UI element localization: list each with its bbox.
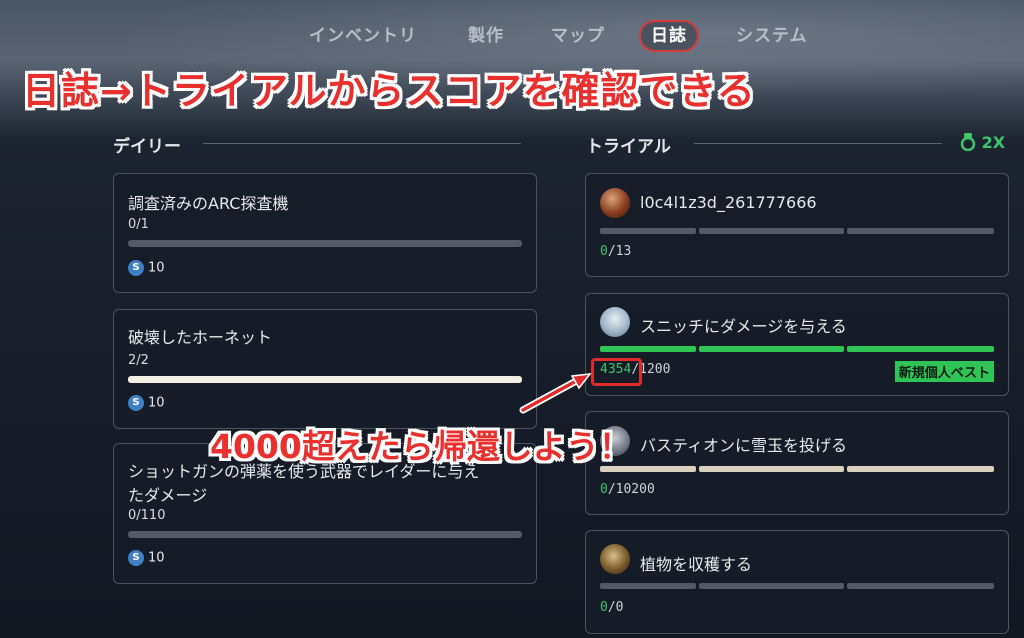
annotation-arrow-icon bbox=[519, 373, 592, 414]
annotation-callout: 4000超えたら帰還しよう！ bbox=[210, 427, 632, 466]
